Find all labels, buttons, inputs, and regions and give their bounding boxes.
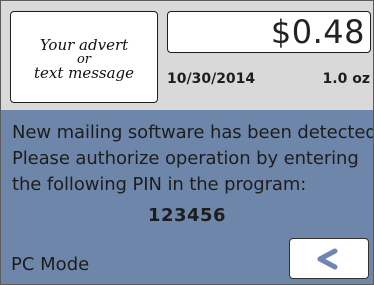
advert-line-2: or bbox=[76, 51, 92, 67]
advert-text-box: Your advert or text message bbox=[10, 11, 158, 103]
advert-line-1: Your advert bbox=[39, 35, 129, 54]
authorization-message: New mailing software has been detected P… bbox=[12, 120, 374, 198]
message-line-2: Please authorize operation by entering bbox=[12, 148, 359, 169]
advert-line-3: text message bbox=[33, 63, 135, 82]
back-arrow-icon bbox=[317, 248, 338, 269]
device-screen: Your advert or text message $0.48 10/30/… bbox=[0, 0, 374, 285]
postage-amount: $0.48 bbox=[270, 13, 365, 51]
date-display: 10/30/2014 bbox=[167, 71, 256, 87]
message-line-3: the following PIN in the program: bbox=[12, 174, 307, 195]
postage-amount-display: $0.48 bbox=[167, 11, 371, 53]
status-area: Your advert or text message $0.48 10/30/… bbox=[1, 1, 373, 110]
pc-mode-label: PC Mode bbox=[11, 254, 90, 275]
message-line-1: New mailing software has been detected bbox=[12, 122, 374, 143]
back-button[interactable] bbox=[289, 238, 369, 279]
weight-display: 1.0 oz bbox=[322, 71, 370, 87]
pin-code: 123456 bbox=[147, 205, 227, 226]
pin-authorization-panel: New mailing software has been detected P… bbox=[1, 110, 373, 284]
